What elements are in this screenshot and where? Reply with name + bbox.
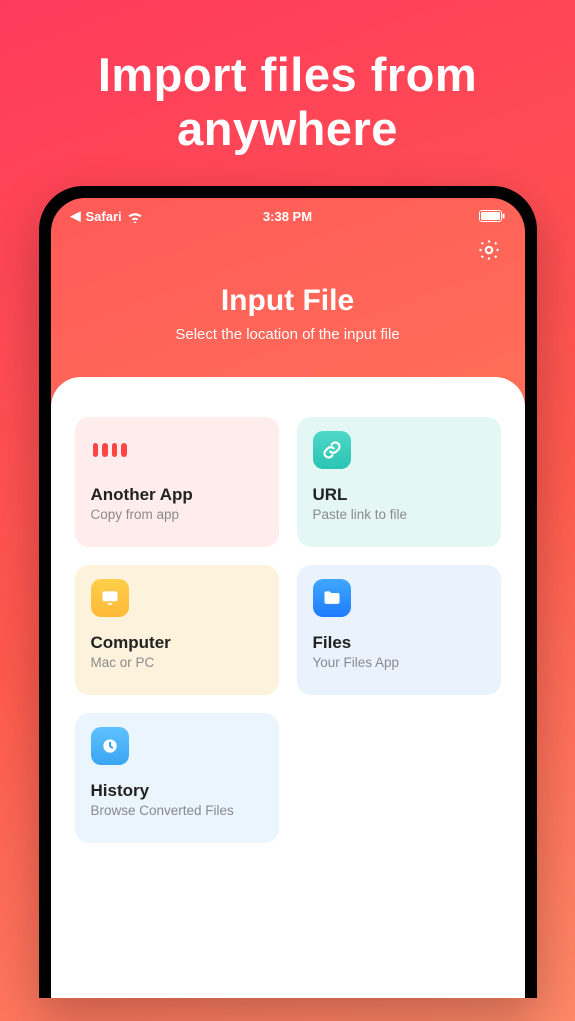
settings-button[interactable] [475,238,503,266]
tile-title: Computer [91,633,263,653]
tile-subtitle: Paste link to file [313,507,485,522]
promo-headline: Import files from anywhere [0,0,575,186]
tile-computer[interactable]: Computer Mac or PC [75,565,279,695]
monitor-icon [91,579,129,617]
tile-title: History [91,781,263,801]
wifi-icon [127,209,143,224]
device-screen: ◀ Safari 3:38 PM Input File Select the l… [51,198,525,998]
page-subtitle: Select the location of the input file [71,326,505,343]
clock-icon [91,727,129,765]
tile-title: Files [313,633,485,653]
back-caret-icon: ◀ [71,208,81,224]
screen-header: Input File Select the location of the in… [51,266,525,349]
tile-history[interactable]: History Browse Converted Files [75,713,279,843]
tile-title: Another App [91,485,263,505]
tile-subtitle: Your Files App [313,655,485,670]
gear-icon [477,238,501,267]
device-frame: ◀ Safari 3:38 PM Input File Select the l… [39,186,537,998]
status-bar: ◀ Safari 3:38 PM [51,198,525,230]
tile-files[interactable]: Files Your Files App [297,565,501,695]
tile-subtitle: Copy from app [91,507,263,522]
status-back-label: Safari [86,209,122,224]
options-sheet: Another App Copy from app URL Paste link… [51,377,525,998]
status-back-app[interactable]: ◀ Safari [71,208,143,224]
tile-url[interactable]: URL Paste link to file [297,417,501,547]
page-title: Input File [71,284,505,318]
tile-title: URL [313,485,485,505]
tile-another-app[interactable]: Another App Copy from app [75,417,279,547]
folder-icon [313,579,351,617]
tile-subtitle: Browse Converted Files [91,803,263,818]
tile-subtitle: Mac or PC [91,655,263,670]
apps-grid-icon [91,431,129,469]
link-icon [313,431,351,469]
battery-icon [479,210,505,222]
